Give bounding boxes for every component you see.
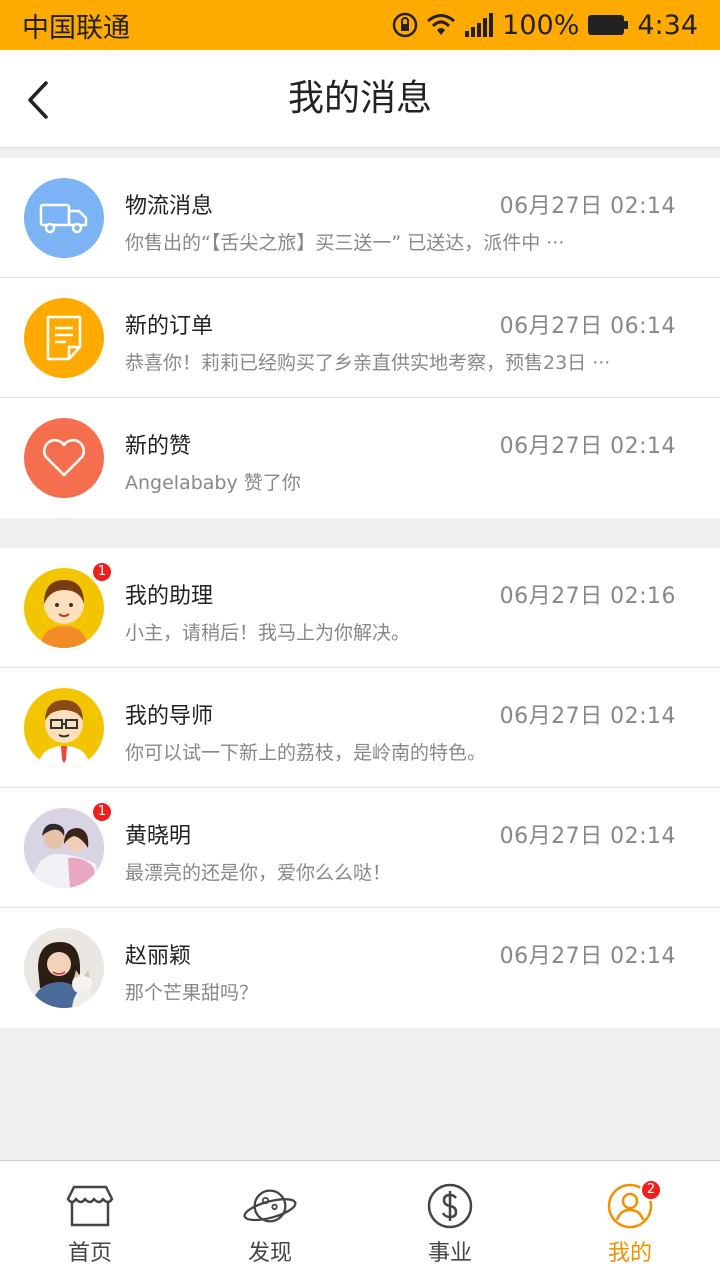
item-time: 06月27日 02:16 bbox=[499, 584, 676, 609]
item-time: 06月27日 02:14 bbox=[499, 194, 676, 219]
nav-label: 事业 bbox=[427, 1241, 472, 1266]
planet-icon bbox=[242, 1181, 298, 1231]
nav-item-business[interactable]: 事业 bbox=[360, 1161, 540, 1280]
nav-item-home[interactable]: 首页 bbox=[0, 1161, 180, 1280]
list-item-zhao-liying[interactable]: 赵丽颖 06月27日 02:14 那个芒果甜吗？ bbox=[0, 908, 720, 1028]
item-preview: 你售出的“【舌尖之旅】买三送一” 已送达，派件中 ··· bbox=[125, 232, 565, 254]
item-title: 新的订单 bbox=[125, 314, 214, 339]
item-time: 06月27日 02:14 bbox=[499, 434, 676, 459]
item-title: 我的导师 bbox=[125, 704, 214, 729]
list-item-new-like[interactable]: 新的赞 06月27日 02:14 Angelababy 赞了你 bbox=[0, 398, 720, 518]
page-title: 我的消息 bbox=[287, 78, 432, 119]
mentor-avatar bbox=[24, 688, 104, 768]
truck-icon bbox=[24, 178, 104, 258]
title-bar: 我的消息 bbox=[0, 50, 720, 148]
battery-icon bbox=[587, 13, 629, 37]
bottom-nav: 首页 发现 事业 2 我的 bbox=[0, 1160, 720, 1280]
wifi-icon bbox=[426, 13, 456, 37]
status-icons: 100% 4:34 bbox=[392, 10, 698, 41]
document-icon bbox=[24, 298, 104, 378]
chat-list: 1 我的助理 06月27日 02:16 小主，请稍后！我马上为你解决。 我的导师… bbox=[0, 548, 720, 1028]
list-item-new-order[interactable]: 新的订单 06月27日 06:14 恭喜你！莉莉已经购买了乡亲直供实地考察，预售… bbox=[0, 278, 720, 398]
nav-item-mine[interactable]: 2 我的 bbox=[540, 1161, 720, 1280]
dollar-icon bbox=[422, 1181, 478, 1231]
item-preview: 恭喜你！莉莉已经购买了乡亲直供实地考察，预售23日 ··· bbox=[125, 352, 611, 374]
signal-icon bbox=[464, 13, 494, 37]
unread-badge: 2 bbox=[640, 1179, 662, 1201]
item-time: 06月27日 02:14 bbox=[499, 944, 676, 969]
photo-avatar bbox=[24, 928, 104, 1008]
nav-label: 我的 bbox=[607, 1241, 652, 1266]
unread-badge: 1 bbox=[91, 801, 113, 823]
item-title: 物流消息 bbox=[125, 194, 214, 219]
carrier-name: 中国联通 bbox=[22, 12, 130, 44]
item-title: 新的赞 bbox=[125, 434, 192, 459]
item-time: 06月27日 02:14 bbox=[499, 824, 676, 849]
shop-icon bbox=[62, 1181, 118, 1231]
photo-avatar bbox=[24, 808, 104, 888]
rotation-lock-icon bbox=[392, 12, 418, 38]
item-preview: 最漂亮的还是你，爱你么么哒！ bbox=[125, 862, 392, 884]
list-item-huang-xiaoming[interactable]: 1 黄晓明 06月27日 02:14 最漂亮的还是你，爱你么么哒！ bbox=[0, 788, 720, 908]
item-preview: Angelababy 赞了你 bbox=[125, 472, 301, 494]
clock: 4:34 bbox=[637, 9, 698, 41]
list-item-assistant[interactable]: 1 我的助理 06月27日 02:16 小主，请稍后！我马上为你解决。 bbox=[0, 548, 720, 668]
item-preview: 小主，请稍后！我马上为你解决。 bbox=[125, 622, 411, 644]
heart-icon bbox=[24, 418, 104, 498]
item-title: 黄晓明 bbox=[125, 824, 192, 849]
nav-label: 首页 bbox=[67, 1241, 112, 1266]
item-time: 06月27日 06:14 bbox=[499, 314, 676, 339]
status-bar: 中国联通 100% 4:34 bbox=[0, 0, 720, 50]
system-message-list: 物流消息 06月27日 02:14 你售出的“【舌尖之旅】买三送一” 已送达，派… bbox=[0, 158, 720, 518]
unread-badge: 1 bbox=[91, 561, 113, 583]
list-item-logistics[interactable]: 物流消息 06月27日 02:14 你售出的“【舌尖之旅】买三送一” 已送达，派… bbox=[0, 158, 720, 278]
nav-item-discover[interactable]: 发现 bbox=[180, 1161, 360, 1280]
item-title: 赵丽颖 bbox=[125, 944, 192, 969]
item-title: 我的助理 bbox=[125, 584, 214, 609]
list-item-mentor[interactable]: 我的导师 06月27日 02:14 你可以试一下新上的荔枝，是岭南的特色。 bbox=[0, 668, 720, 788]
nav-label: 发现 bbox=[247, 1241, 292, 1266]
item-preview: 那个芒果甜吗？ bbox=[125, 982, 259, 1004]
assistant-avatar bbox=[24, 568, 104, 648]
item-time: 06月27日 02:14 bbox=[499, 704, 676, 729]
battery-percent: 100% bbox=[502, 9, 580, 41]
item-preview: 你可以试一下新上的荔枝，是岭南的特色。 bbox=[125, 742, 487, 764]
chevron-left-icon bbox=[28, 81, 48, 119]
back-button[interactable] bbox=[16, 74, 60, 126]
